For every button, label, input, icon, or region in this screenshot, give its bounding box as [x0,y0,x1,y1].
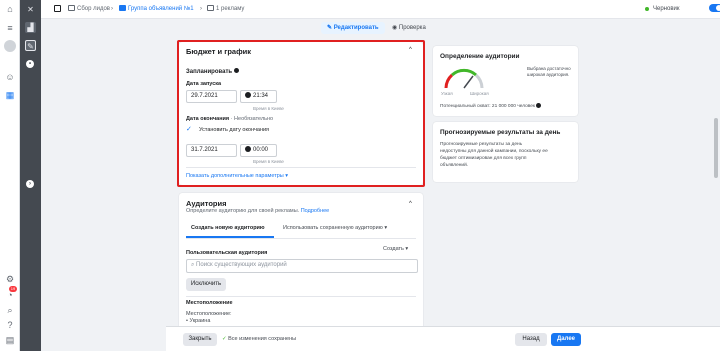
campaign-dot-icon[interactable]: • [26,60,34,68]
definition-title: Определение аудитории [440,53,520,60]
highlight-frame [177,40,425,187]
save-status: ✓ Все изменения сохранены [222,336,296,342]
scrollbar-track[interactable] [712,37,720,326]
close-button[interactable]: Закрыть [183,333,217,346]
gauge-narrow-label: Узкая [441,91,453,96]
edit-mode-button[interactable]: ✎ Редактировать [321,22,385,34]
folder-icon [68,5,75,11]
home-icon[interactable]: ⌂ [5,4,15,14]
close-icon[interactable]: ✕ [25,4,36,15]
gauge-needle [463,75,474,89]
breadcrumb-adset-label: Группа объявлений №1 [128,6,194,12]
top-bar: Сбор лидов › Группа объявлений №1 › 1 ре… [41,0,720,19]
gauge-description: Выбрана достаточно широкая аудитория. [527,66,571,77]
gauge-mid-segment [451,68,477,77]
breadcrumb-ad[interactable]: 1 рекламу [207,5,244,14]
tool-strip: ✕ ▟ ✎ • › [20,0,41,351]
status-label: Черновик [653,6,680,12]
divider [186,296,416,297]
collapse-dot-icon[interactable]: › [26,180,34,188]
create-audience-label: Создать [383,246,404,252]
notification-badge: 19 [9,286,17,292]
tab-create-new-audience[interactable]: Создать новую аудиторию [191,225,265,231]
settings-icon[interactable]: ⚙ [5,274,15,284]
avatar[interactable] [4,40,16,52]
back-button[interactable]: Назад [515,333,547,346]
forecast-text-line: объявлений. [440,163,469,168]
review-mode-button[interactable]: ◉ Проверка [386,22,432,34]
custom-audience-label: Пользовательская аудитория [186,250,268,256]
audience-subtitle: Определите аудиторию для своей рекламы. … [186,208,329,214]
ads-manager-grid-icon[interactable]: ▦ [5,90,15,100]
audience-gauge [444,68,484,89]
forecast-text-line: бюджет оптимизирован для всех групп [440,156,527,161]
review-mode-label: Проверка [398,25,426,31]
panel-toggle-icon[interactable] [54,5,61,12]
exclude-button[interactable]: Исключить [186,278,226,291]
chart-icon[interactable]: ▟ [25,22,36,33]
location-title: Местоположение [186,300,233,306]
collapse-chevron-icon[interactable]: ^ [409,201,412,207]
save-status-text: Все изменения сохранены [228,336,297,342]
audience-search-input[interactable]: ⌕ Поиск существующих аудиторий [186,259,418,273]
breadcrumb-adset[interactable]: Группа объявлений №1 [119,5,194,14]
help-icon[interactable]: ? [5,320,15,330]
bottom-bar: Закрыть ✓ Все изменения сохранены Назад … [166,326,720,351]
scrollbar-thumb[interactable] [714,118,718,178]
forecast-text-line: Прогнозируемые результаты за день [440,142,523,147]
learn-more-link[interactable]: Подробнее [301,208,330,214]
breadcrumb-separator: › [111,6,113,12]
audience-title: Аудитория [186,199,227,208]
gauge-broad-segment [474,73,484,89]
status-dot-icon [645,7,649,11]
breadcrumb-campaign-label: Сбор лидов [77,6,110,12]
search-icon: ⌕ [191,262,195,268]
breadcrumb-campaign[interactable]: Сбор лидов [68,5,110,14]
gauge-broad-label: Широкая [470,91,489,96]
edit-mode-label: Редактировать [333,25,379,31]
smiley-icon[interactable]: ☺ [5,72,15,82]
grid-icon [119,5,126,11]
breadcrumb-separator: › [200,6,202,12]
check-icon: ✓ [222,336,227,342]
report-icon[interactable]: ▤ [5,335,15,345]
menu-icon[interactable]: ≡ [5,23,15,33]
potential-reach-text: Потенциальный охват: 21 000 000 человек [440,104,536,109]
info-icon[interactable] [536,103,542,108]
location-value: • Украина [186,318,211,324]
location-label: Местоположение: [186,311,232,317]
breadcrumb-ad-label: 1 рекламу [216,6,245,12]
campaign-toggle[interactable] [709,4,720,12]
mode-bar: ✎ Редактировать ◉ Проверка [41,19,720,37]
left-nav-rail: ⌂ ≡ ☺ ▦ ⚙ ◔ 19 ⌕ ? ▤ [0,0,20,351]
divider [186,238,416,239]
audience-subtitle-text: Определите аудиторию для своей рекламы. [186,208,300,214]
edit-pencil-icon[interactable]: ✎ [25,40,36,51]
audience-search-placeholder: Поиск существующих аудиторий [196,262,287,268]
tab-saved-audience[interactable]: Использовать сохраненную аудиторию ▾ [283,225,387,231]
ad-icon [207,5,214,11]
forecast-text-line: недоступны для данной кампании, поскольк… [440,149,548,154]
create-audience-dropdown[interactable]: Создать ▾ [383,246,408,252]
gauge-narrow-segment [444,73,454,89]
search-icon[interactable]: ⌕ [5,305,15,315]
next-button[interactable]: Далее [551,333,581,346]
potential-reach: Потенциальный охват: 21 000 000 человек [440,103,542,109]
forecast-title: Прогнозируемые результаты за день [440,129,561,136]
